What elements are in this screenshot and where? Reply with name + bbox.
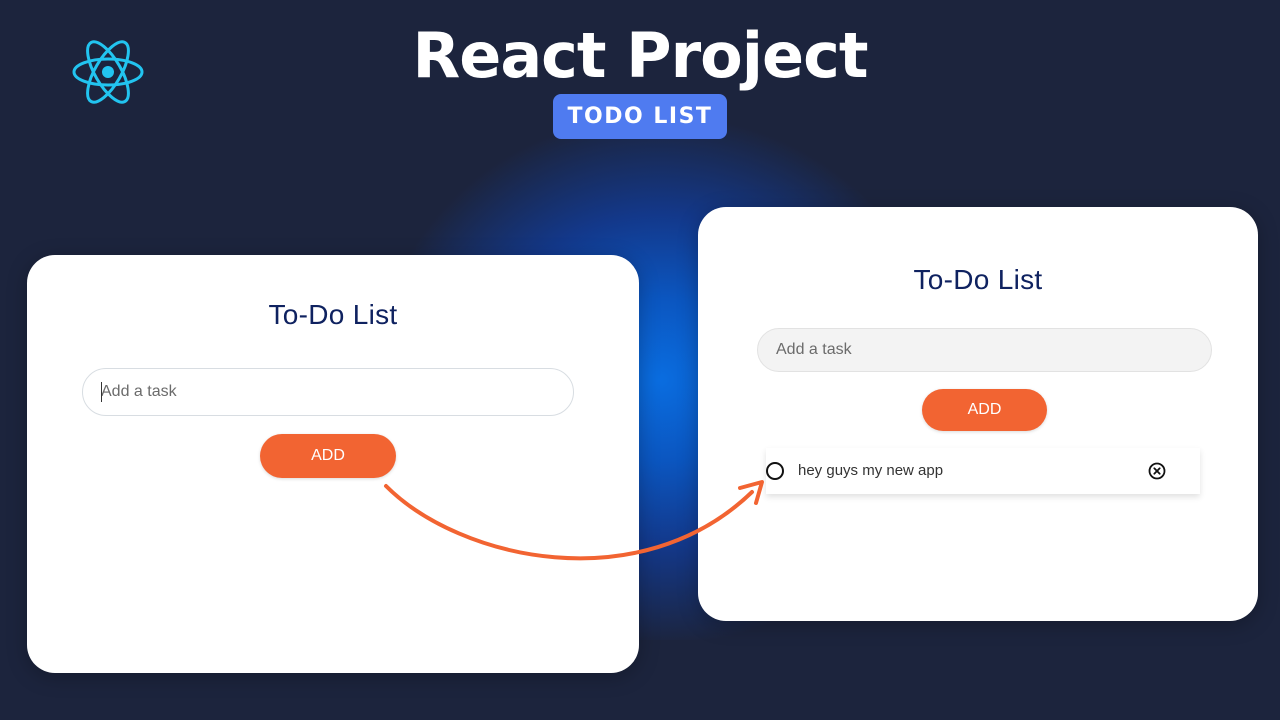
add-task-button[interactable]: ADD xyxy=(922,389,1047,431)
task-item: hey guys my new app xyxy=(766,448,1200,494)
text-caret xyxy=(101,382,102,402)
todo-app-after: To-Do List ADD hey guys my new app xyxy=(698,207,1258,621)
add-task-input[interactable] xyxy=(757,328,1212,372)
task-text[interactable]: hey guys my new app xyxy=(798,462,943,479)
add-task-button[interactable]: ADD xyxy=(260,434,396,478)
close-circle-icon[interactable] xyxy=(1148,462,1166,480)
app-title: To-Do List xyxy=(913,264,1043,295)
add-task-input[interactable] xyxy=(82,368,574,416)
page-title: React Project xyxy=(412,19,869,92)
todo-list-badge: TODO LIST xyxy=(553,94,727,139)
app-title: To-Do List xyxy=(268,299,398,330)
circle-icon[interactable] xyxy=(766,462,784,480)
todo-app-before: To-Do List ADD xyxy=(27,255,639,673)
